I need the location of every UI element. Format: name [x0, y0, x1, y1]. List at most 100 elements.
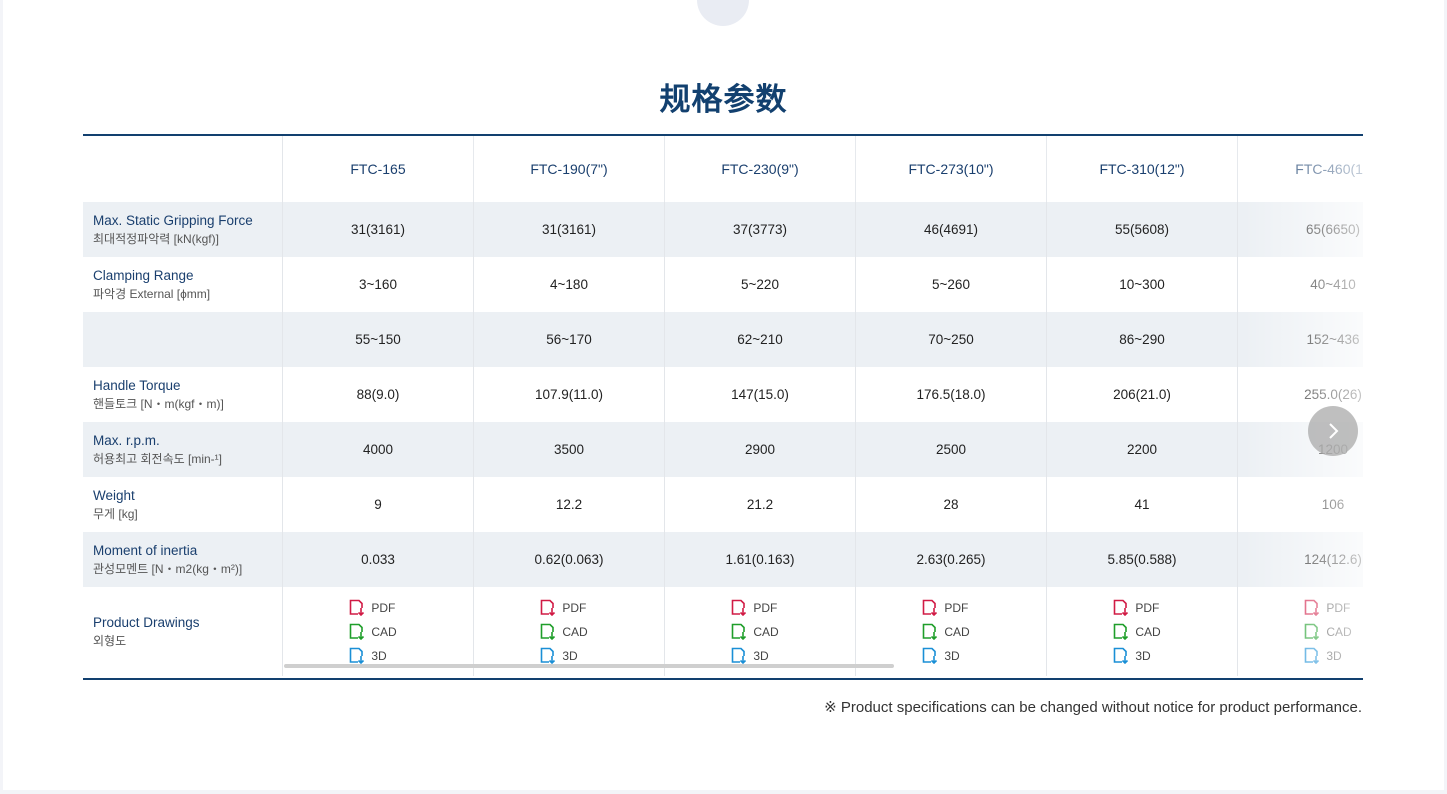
file-download-icon: [1114, 599, 1129, 616]
row-sublabel: 무게 [kg]: [93, 507, 138, 521]
download-3d-link[interactable]: 3D: [731, 647, 778, 665]
table-row: Handle Torque 핸들토크 [N・m(kgf・m)] 88(9.0) 107…: [83, 367, 1363, 422]
row-label: Product Drawings: [93, 615, 200, 630]
value-cell: 4~180: [474, 257, 665, 312]
value-cell: 2900: [665, 422, 856, 477]
value-cell: 12.2: [474, 477, 665, 532]
value-cell: 10~300: [1047, 257, 1238, 312]
download-3d-link[interactable]: 3D: [1113, 647, 1160, 665]
file-label: PDF: [562, 600, 587, 615]
value-cell: 65(6650): [1238, 202, 1363, 257]
row-label-cell: Max. r.p.m. 허용최고 회전속도 [min-¹]: [83, 422, 283, 477]
row-label-cell: [83, 312, 283, 367]
download-pdf-link[interactable]: PDF: [349, 599, 396, 617]
value-cell: 70~250: [856, 312, 1047, 367]
value-cell: 3~160: [283, 257, 474, 312]
file-label: 3D: [944, 648, 960, 663]
row-sublabel: 외형도: [93, 634, 127, 648]
file-download-icon: [1114, 623, 1129, 640]
model-header: FTC-273(10"): [856, 136, 1047, 202]
download-pdf-link[interactable]: PDF: [540, 599, 587, 617]
download-cad-link[interactable]: CAD: [922, 623, 970, 641]
value-cell: 88(9.0): [283, 367, 474, 422]
value-cell: 5.85(0.588): [1047, 532, 1238, 587]
spec-table: FTC-165 FTC-190(7") FTC-230(9") FTC-273(10"…: [83, 134, 1363, 680]
download-3d-link[interactable]: 3D: [349, 647, 396, 665]
next-arrow-button[interactable]: [1308, 406, 1358, 456]
file-download-icon: [541, 599, 556, 616]
file-download-icon: [1305, 599, 1320, 616]
row-label-cell: Product Drawings 외형도: [83, 587, 283, 676]
table-row-drawings: Product Drawings 외형도 PDF CAD 3D PDF CAD 3D PDF CA…: [83, 587, 1363, 676]
value-cell: 2.63(0.265): [856, 532, 1047, 587]
download-pdf-link[interactable]: PDF: [1113, 599, 1160, 617]
drawing-cell: PDF CAD 3D: [283, 587, 474, 676]
file-list: PDF CAD 3D: [1113, 599, 1161, 665]
row-sublabel: 최대적정파악력 [kN(kgf)]: [93, 232, 219, 246]
value-cell: 2200: [1047, 422, 1238, 477]
file-label: 3D: [1326, 648, 1342, 663]
value-cell: 5~220: [665, 257, 856, 312]
row-label: Handle Torque: [93, 378, 181, 393]
download-cad-link[interactable]: CAD: [349, 623, 397, 641]
download-cad-link[interactable]: CAD: [1304, 623, 1352, 641]
value-cell: 107.9(11.0): [474, 367, 665, 422]
model-header: FTC-310(12"): [1047, 136, 1238, 202]
value-cell: 21.2: [665, 477, 856, 532]
file-label: PDF: [371, 600, 396, 615]
value-cell: 28: [856, 477, 1047, 532]
file-download-icon: [1114, 647, 1129, 664]
model-header: FTC-460(18: [1238, 136, 1363, 202]
file-list: PDF CAD 3D: [540, 599, 588, 665]
drawing-cell: PDF CAD 3D: [474, 587, 665, 676]
file-download-icon: [732, 623, 747, 640]
spec-notice: ※ Product specifications can be changed …: [824, 699, 1362, 716]
table-header-row: FTC-165 FTC-190(7") FTC-230(9") FTC-273(10"…: [83, 136, 1363, 202]
model-header: FTC-190(7"): [474, 136, 665, 202]
download-3d-link[interactable]: 3D: [540, 647, 587, 665]
row-label: Weight: [93, 488, 135, 503]
file-download-icon: [923, 647, 938, 664]
download-cad-link[interactable]: CAD: [731, 623, 779, 641]
download-pdf-link[interactable]: PDF: [731, 599, 778, 617]
file-label: 3D: [371, 648, 387, 663]
download-cad-link[interactable]: CAD: [1113, 623, 1161, 641]
row-label: Clamping Range: [93, 268, 194, 283]
file-download-icon: [541, 623, 556, 640]
value-cell: 3500: [474, 422, 665, 477]
row-label-cell: Max. Static Gripping Force 최대적정파악력 [kN(kg…: [83, 202, 283, 257]
value-cell: 2500: [856, 422, 1047, 477]
file-download-icon: [732, 599, 747, 616]
value-cell: 0.033: [283, 532, 474, 587]
drawing-cell: PDF CAD 3D: [1047, 587, 1238, 676]
row-sublabel: 파악경 External [ɸmm]: [93, 287, 211, 301]
table-row: 55~150 56~170 62~210 70~250 86~290 152~436: [83, 312, 1363, 367]
file-download-icon: [541, 647, 556, 664]
file-label: CAD: [562, 624, 588, 639]
model-header: FTC-165: [283, 136, 474, 202]
row-label-cell: Clamping Range 파악경 External [ɸmm]: [83, 257, 283, 312]
horizontal-scrollbar[interactable]: [284, 664, 894, 668]
file-label: PDF: [1135, 600, 1160, 615]
file-download-icon: [732, 647, 747, 664]
row-label-cell: Handle Torque 핸들토크 [N・m(kgf・m)]: [83, 367, 283, 422]
row-sublabel: 관성모멘트 [N・m2(kg・m²)]: [93, 562, 243, 576]
download-3d-link[interactable]: 3D: [922, 647, 969, 665]
file-label: PDF: [944, 600, 969, 615]
value-cell: 147(15.0): [665, 367, 856, 422]
value-cell: 31(3161): [283, 202, 474, 257]
table-row: Max. r.p.m. 허용최고 회전속도 [min-¹] 4000 3500 2900…: [83, 422, 1363, 477]
download-pdf-link[interactable]: PDF: [1304, 599, 1351, 617]
drawing-cell: PDF CAD 3D: [1238, 587, 1363, 676]
download-cad-link[interactable]: CAD: [540, 623, 588, 641]
value-cell: 152~436: [1238, 312, 1363, 367]
row-label: Moment of inertia: [93, 543, 198, 558]
download-pdf-link[interactable]: PDF: [922, 599, 969, 617]
value-cell: 55~150: [283, 312, 474, 367]
value-cell: 9: [283, 477, 474, 532]
file-download-icon: [350, 623, 365, 640]
download-3d-link[interactable]: 3D: [1304, 647, 1351, 665]
row-label-cell: Weight 무게 [kg]: [83, 477, 283, 532]
row-label-cell: Moment of inertia 관성모멘트 [N・m2(kg・m²)]: [83, 532, 283, 587]
drawing-cell: PDF CAD 3D: [665, 587, 856, 676]
